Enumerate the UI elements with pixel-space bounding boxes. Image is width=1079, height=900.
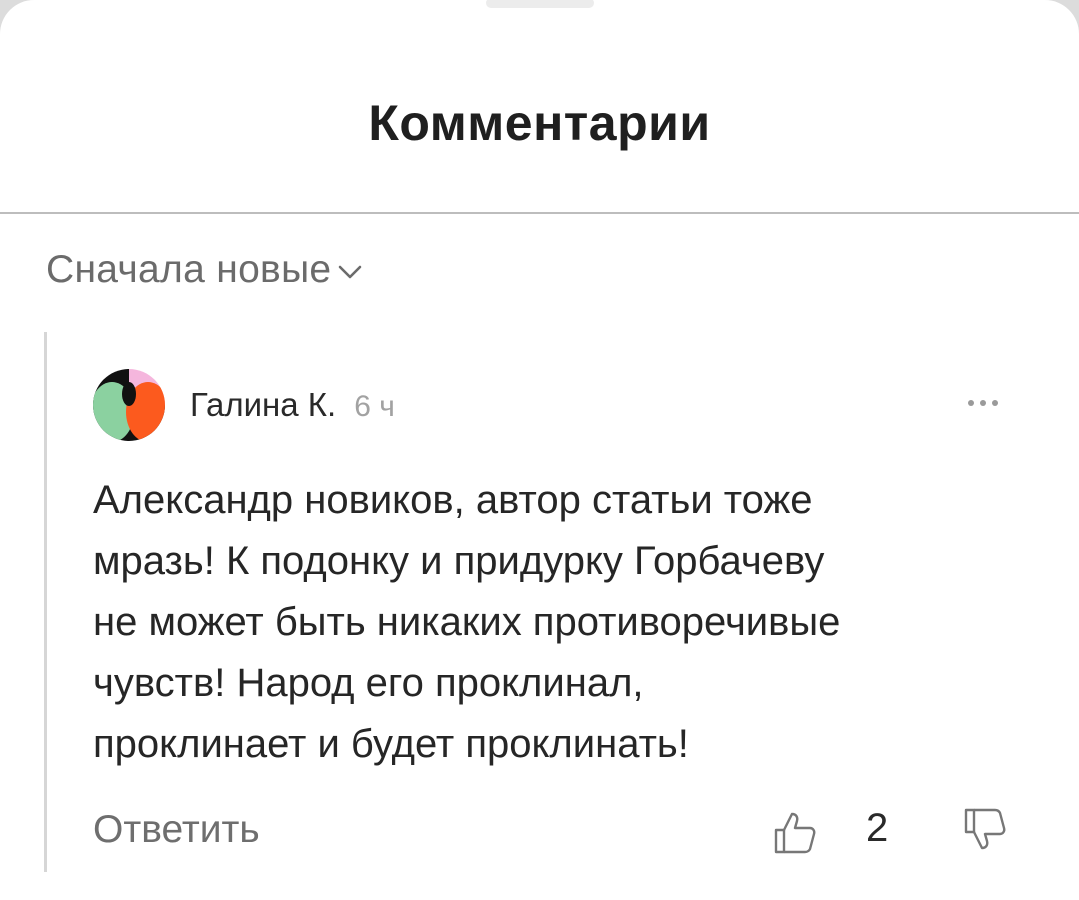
- sort-dropdown[interactable]: Сначала новые: [46, 248, 363, 292]
- thread-line: [44, 332, 47, 872]
- thumbs-down-icon[interactable]: [960, 806, 1008, 854]
- author-name[interactable]: Галина К.: [190, 386, 336, 424]
- reply-button[interactable]: Ответить: [93, 808, 260, 852]
- chevron-down-icon: [339, 265, 362, 279]
- comment-time: 6 ч: [354, 390, 395, 423]
- thumbs-up-icon[interactable]: [770, 808, 818, 856]
- like-count: 2: [866, 806, 889, 850]
- sort-label: Сначала новые: [46, 248, 332, 291]
- avatar[interactable]: [92, 368, 166, 442]
- comment-text: Александр новиков, автор статьи тоже мра…: [93, 478, 841, 766]
- header-divider: [0, 212, 1079, 214]
- more-horizontal-icon[interactable]: [955, 388, 1011, 418]
- page-title: Комментарии: [368, 95, 711, 151]
- comment-meta: Галина К. 6 ч: [190, 386, 395, 424]
- comments-sheet: Комментарии Сначала новые Галина К. 6 ч …: [0, 0, 1079, 900]
- drag-handle[interactable]: [486, 0, 594, 8]
